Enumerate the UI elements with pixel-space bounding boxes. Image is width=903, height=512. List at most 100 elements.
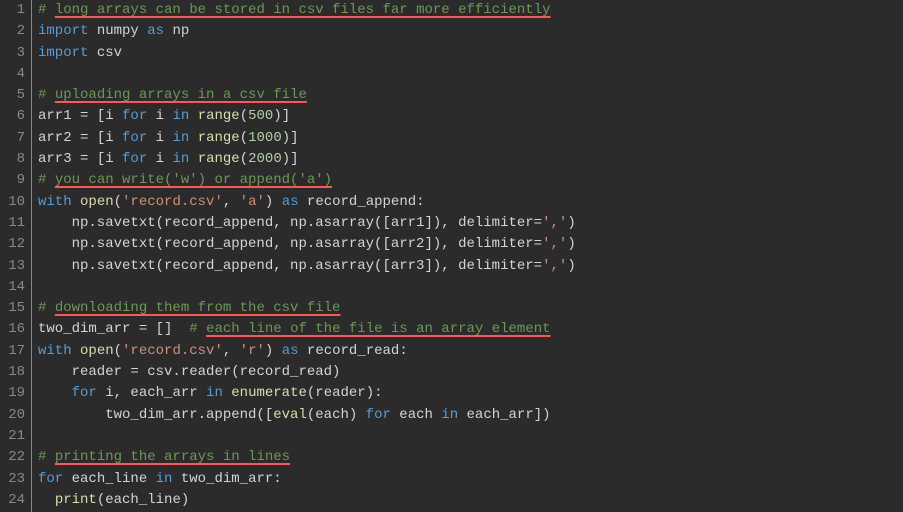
code-token: i	[147, 130, 172, 146]
code-token: each_line	[63, 471, 155, 487]
code-token	[189, 108, 197, 124]
code-token: for	[366, 407, 391, 423]
code-token: )]	[282, 130, 299, 146]
code-line[interactable]: # long arrays can be stored in csv files…	[38, 0, 903, 21]
code-token: 500	[248, 108, 273, 124]
code-line[interactable]: arr2 = [i for i in range(1000)]	[38, 128, 903, 149]
code-line[interactable]: # printing the arrays in lines	[38, 447, 903, 468]
line-number: 10	[0, 192, 25, 213]
code-line[interactable]: arr1 = [i for i in range(500)]	[38, 106, 903, 127]
code-token: in	[206, 385, 223, 401]
code-token: arr1	[38, 108, 80, 124]
code-token: for	[38, 471, 63, 487]
code-line[interactable]: with open('record.csv', 'a') as record_a…	[38, 192, 903, 213]
code-token: downloading them from the csv file	[55, 300, 341, 316]
code-line[interactable]: np.savetxt(record_append, np.asarray([ar…	[38, 256, 903, 277]
code-token: ,	[223, 343, 240, 359]
code-editor-area[interactable]: # long arrays can be stored in csv files…	[32, 0, 903, 512]
code-token: (	[114, 194, 122, 210]
line-number: 19	[0, 383, 25, 404]
code-token: each_arr])	[458, 407, 550, 423]
code-token: #	[38, 87, 55, 103]
code-token: enumerate	[231, 385, 307, 401]
code-token: in	[172, 108, 189, 124]
code-token: #	[189, 321, 206, 337]
line-number: 14	[0, 277, 25, 298]
code-token: for	[122, 130, 147, 146]
line-number: 20	[0, 405, 25, 426]
code-line[interactable]	[38, 277, 903, 298]
line-number: 1	[0, 0, 25, 21]
code-token: []	[147, 321, 189, 337]
line-number: 21	[0, 426, 25, 447]
code-token: as	[282, 343, 299, 359]
code-token: 2000	[248, 151, 282, 167]
line-number: 9	[0, 170, 25, 191]
code-token	[38, 492, 55, 508]
code-token: 'a'	[240, 194, 265, 210]
code-token: printing the arrays in lines	[55, 449, 290, 465]
code-token: reader	[38, 364, 130, 380]
code-token: np	[164, 23, 189, 39]
code-line[interactable]: np.savetxt(record_append, np.asarray([ar…	[38, 213, 903, 234]
code-line[interactable]: # you can write('w') or append('a')	[38, 170, 903, 191]
code-line[interactable]: with open('record.csv', 'r') as record_r…	[38, 341, 903, 362]
code-token: [i	[88, 108, 122, 124]
code-token: #	[38, 449, 55, 465]
line-number-gutter: 123456789101112131415161718192021222324	[0, 0, 32, 512]
line-number: 4	[0, 64, 25, 85]
code-token: csv	[88, 45, 122, 61]
code-token: import	[38, 23, 88, 39]
code-token: np.savetxt(record_append, np.asarray([ar…	[38, 215, 542, 231]
code-token: eval	[273, 407, 307, 423]
code-token: long arrays can be stored in csv files f…	[55, 2, 551, 18]
line-number: 18	[0, 362, 25, 383]
code-token	[223, 385, 231, 401]
code-token: i, each_arr	[97, 385, 206, 401]
code-token: in	[441, 407, 458, 423]
code-token: (	[240, 130, 248, 146]
line-number: 6	[0, 106, 25, 127]
line-number: 11	[0, 213, 25, 234]
code-token: with	[38, 343, 72, 359]
code-token: import	[38, 45, 88, 61]
code-token: #	[38, 300, 55, 316]
line-number: 2	[0, 21, 25, 42]
code-line[interactable]: arr3 = [i for i in range(2000)]	[38, 149, 903, 170]
code-line[interactable]: # uploading arrays in a csv file	[38, 85, 903, 106]
line-number: 15	[0, 298, 25, 319]
code-token: ','	[542, 236, 567, 252]
code-token: [i	[88, 130, 122, 146]
code-line[interactable]: for i, each_arr in enumerate(reader):	[38, 383, 903, 404]
code-token: record_append:	[299, 194, 425, 210]
code-line[interactable]	[38, 426, 903, 447]
code-line[interactable]: np.savetxt(record_append, np.asarray([ar…	[38, 234, 903, 255]
code-line[interactable]: import csv	[38, 43, 903, 64]
code-line[interactable]: two_dim_arr = [] # each line of the file…	[38, 319, 903, 340]
code-token: ','	[542, 215, 567, 231]
code-token: [i	[88, 151, 122, 167]
code-token	[72, 343, 80, 359]
code-token: )	[567, 258, 575, 274]
code-token: range	[198, 151, 240, 167]
code-line[interactable]: # downloading them from the csv file	[38, 298, 903, 319]
code-token: (	[240, 151, 248, 167]
code-token	[189, 151, 197, 167]
code-line[interactable]: import numpy as np	[38, 21, 903, 42]
code-token: each	[391, 407, 441, 423]
code-token: print	[55, 492, 97, 508]
code-token	[38, 385, 72, 401]
code-line[interactable]: print(each_line)	[38, 490, 903, 511]
code-token: range	[198, 108, 240, 124]
code-token: with	[38, 194, 72, 210]
code-line[interactable]	[38, 64, 903, 85]
line-number: 16	[0, 319, 25, 340]
code-line[interactable]: reader = csv.reader(record_read)	[38, 362, 903, 383]
code-token: 'record.csv'	[122, 194, 223, 210]
code-token: arr3	[38, 151, 80, 167]
code-token: #	[38, 2, 55, 18]
code-line[interactable]: for each_line in two_dim_arr:	[38, 469, 903, 490]
code-token: )	[567, 215, 575, 231]
code-token: two_dim_arr:	[172, 471, 281, 487]
code-line[interactable]: two_dim_arr.append([eval(each) for each …	[38, 405, 903, 426]
